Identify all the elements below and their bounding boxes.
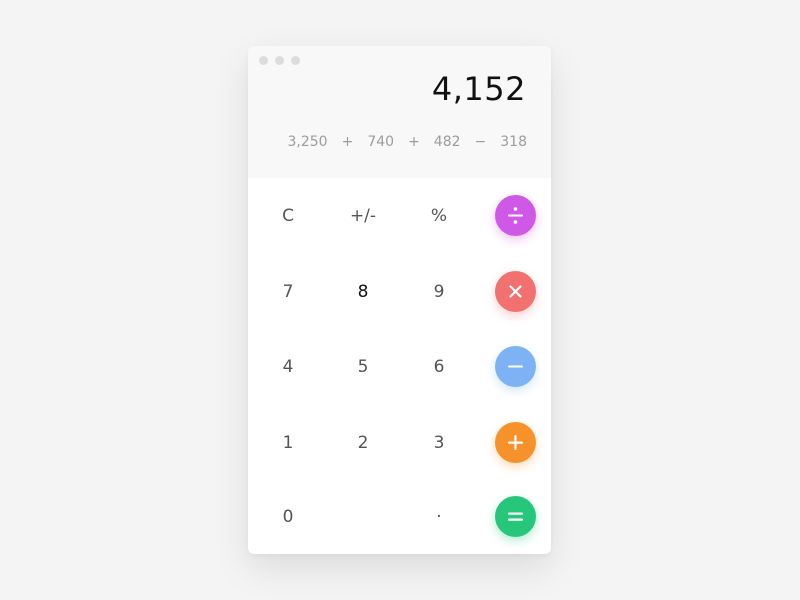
- equals-button[interactable]: [495, 496, 536, 537]
- divide-icon: [508, 207, 523, 224]
- expression-term: 740: [367, 134, 395, 150]
- digit-6-button[interactable]: 6: [409, 347, 469, 387]
- digit-7-button[interactable]: 7: [258, 272, 318, 312]
- expression-history: 3,250 +740 +482−318: [288, 134, 528, 150]
- decimal-button[interactable]: ·: [409, 497, 469, 537]
- minus-icon: [508, 365, 523, 368]
- expression-term: 3,250: [287, 134, 328, 150]
- window-close-dot[interactable]: [259, 56, 268, 65]
- digit-4-button[interactable]: 4: [258, 347, 318, 387]
- digit-0-button[interactable]: 0: [258, 497, 318, 537]
- divide-button[interactable]: [495, 195, 536, 236]
- calculator-display: 4,152 3,250 +740 +482−318: [248, 46, 551, 178]
- multiply-icon: [509, 285, 522, 298]
- expression-term: 482: [433, 134, 461, 150]
- digit-3-button[interactable]: 3: [409, 423, 469, 463]
- subtract-button[interactable]: [495, 346, 536, 387]
- expression-operator: +: [341, 134, 354, 150]
- digit-1-button[interactable]: 1: [258, 423, 318, 463]
- result-value: 4,152: [431, 70, 526, 108]
- calculator-window: 4,152 3,250 +740 +482−318 C +/- % 7 8 9 4 …: [248, 46, 551, 554]
- add-button[interactable]: [495, 422, 536, 463]
- digit-5-button[interactable]: 5: [333, 347, 393, 387]
- equals-icon: [508, 512, 523, 521]
- multiply-button[interactable]: [495, 271, 536, 312]
- expression-term: 318: [500, 134, 527, 150]
- digit-8-button[interactable]: 8: [333, 272, 393, 312]
- percent-button[interactable]: %: [409, 196, 469, 236]
- window-minimize-dot[interactable]: [275, 56, 284, 65]
- sign-toggle-button[interactable]: +/-: [333, 196, 393, 236]
- window-maximize-dot[interactable]: [291, 56, 300, 65]
- expression-operator: −: [474, 134, 487, 150]
- expression-operator: +: [408, 134, 420, 150]
- clear-button[interactable]: C: [258, 196, 318, 236]
- plus-icon: [508, 435, 523, 450]
- digit-9-button[interactable]: 9: [409, 272, 469, 312]
- digit-2-button[interactable]: 2: [333, 423, 393, 463]
